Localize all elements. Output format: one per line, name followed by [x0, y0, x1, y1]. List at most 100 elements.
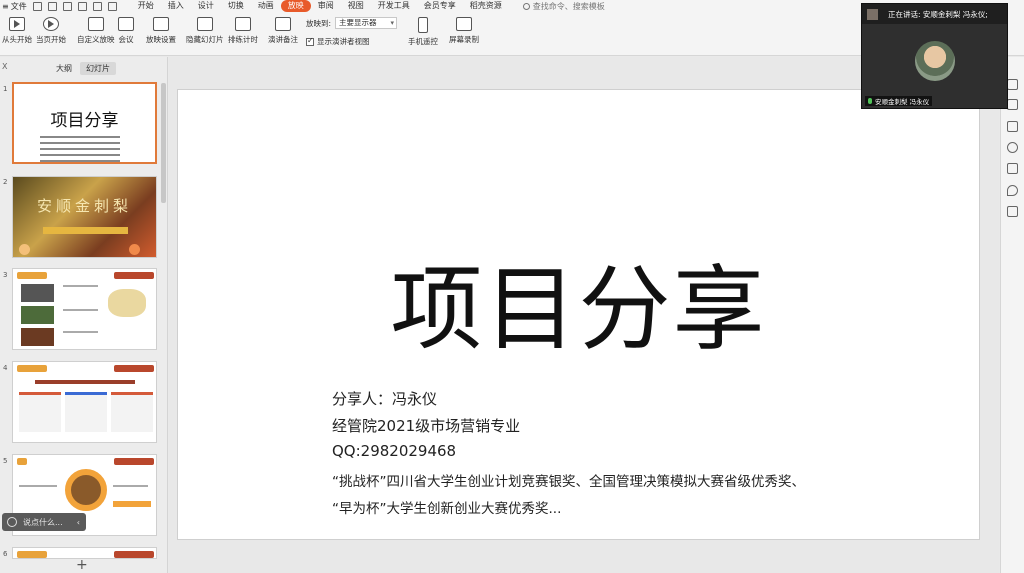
show-on-row: 放映到: 主要显示器 [306, 17, 398, 29]
custom-show-button[interactable]: 自定义放映 [77, 17, 115, 45]
tab-animation[interactable]: 动画 [251, 0, 281, 12]
current-slide[interactable]: 项目分享 分享人：冯永仪 经管院2021级市场营销专业 QQ:298202946… [177, 89, 980, 540]
file-menu-label: 文件 [10, 1, 27, 11]
thumb-card [65, 392, 107, 432]
monitor-select[interactable]: 主要显示器 [335, 17, 398, 29]
settings-icon [153, 17, 169, 31]
avatar [867, 8, 878, 20]
panel-scrollbar[interactable] [161, 83, 166, 203]
tab-design[interactable]: 设计 [191, 0, 221, 12]
presenter-view-label: 显示演讲者视图 [317, 37, 370, 46]
tab-start[interactable]: 开始 [131, 0, 161, 12]
participant-avatar [915, 41, 955, 81]
add-slide-button[interactable]: + [76, 557, 88, 573]
tab-view[interactable]: 视图 [341, 0, 371, 12]
chevron-left-icon[interactable]: ‹ [77, 518, 80, 527]
tab-insert[interactable]: 插入 [161, 0, 191, 12]
export-pdf-icon[interactable] [47, 1, 57, 11]
search-icon [522, 2, 530, 10]
slide-number: 5 [3, 457, 8, 465]
video-camera-icon [118, 17, 134, 31]
thumb-text-line [63, 285, 98, 287]
right-sidebar [1000, 57, 1024, 573]
screen-record-button[interactable]: 屏幕录制 [449, 17, 479, 45]
search-placeholder: 查找命令、搜索模板 [532, 1, 605, 11]
slide-title: 项目分享 [390, 256, 767, 363]
redo-icon[interactable] [107, 1, 117, 11]
thumb-circle-photo [65, 469, 107, 511]
slide-thumbnail-2[interactable]: 安顺金刺梨 [12, 176, 157, 258]
thumb-text-line [35, 380, 135, 384]
slide-thumbnail-3[interactable] [12, 268, 157, 350]
from-current-label: 当页开始 [36, 35, 66, 44]
presenter-view-option[interactable]: 显示演讲者视图 [306, 36, 370, 47]
hide-slide-button[interactable]: 隐藏幻灯片 [186, 17, 224, 45]
slide-thumbnail-4[interactable] [12, 361, 157, 443]
print-preview-icon[interactable] [77, 1, 87, 11]
thumb-header [17, 272, 154, 281]
tab-slides[interactable]: 幻灯片 [80, 62, 116, 75]
speaker-notes-label: 演讲备注 [268, 35, 298, 44]
undo-icon[interactable] [92, 1, 102, 11]
slide-number: 3 [3, 271, 8, 279]
help-icon[interactable] [1007, 142, 1018, 153]
participant-tag: 安顺金刺梨 冯永仪 [865, 96, 933, 106]
slide-number: 6 [3, 550, 8, 558]
from-current-button[interactable]: 当页开始 [36, 17, 66, 45]
star-icon[interactable] [1007, 99, 1018, 110]
thumb-text-lines [40, 136, 120, 162]
book-icon[interactable] [1007, 206, 1018, 217]
rehearse-timing-button[interactable]: 排练计时 [228, 17, 258, 45]
thumb-text-line [63, 309, 98, 311]
video-call-window[interactable]: 正在讲话: 安顺金刺梨 冯永仪; 安顺金刺梨 冯永仪 [861, 3, 1008, 109]
custom-show-icon [87, 17, 104, 31]
custom-show-label: 自定义放映 [77, 35, 115, 44]
from-start-label: 从头开始 [2, 35, 32, 44]
from-start-button[interactable]: 从头开始 [2, 17, 32, 45]
location-icon[interactable] [1007, 185, 1018, 196]
command-search[interactable]: 查找命令、搜索模板 [522, 1, 605, 12]
show-on-label: 放映到: [306, 18, 332, 28]
show-settings-button[interactable]: 放映设置 [146, 17, 176, 45]
tab-outline[interactable]: 大纲 [50, 62, 78, 75]
emoji-icon[interactable] [7, 517, 17, 527]
slide-thumbnail-1[interactable]: 项目分享 [12, 82, 157, 164]
print-icon[interactable] [62, 1, 72, 11]
qq-line: QQ:2982029468 [332, 442, 457, 460]
sidebar-format-icon[interactable] [1007, 79, 1018, 90]
major-line: 经管院2021级市场营销专业 [332, 417, 521, 435]
play-icon[interactable] [19, 244, 30, 255]
tab-developer[interactable]: 开发工具 [371, 0, 417, 12]
timer-icon [235, 17, 251, 31]
add-icon[interactable] [129, 244, 140, 255]
thumb-photo [21, 284, 54, 302]
speaker-notes-button[interactable]: 演讲备注 [268, 17, 298, 45]
tab-slideshow[interactable]: 放映 [280, 0, 311, 12]
thumb-photo [21, 328, 54, 346]
thumb-banner [43, 227, 128, 234]
file-menu[interactable]: ≡ 文件 [0, 1, 33, 12]
comment-input[interactable]: 说点什么... ‹ [2, 513, 86, 531]
menu-icon: ≡ [2, 1, 9, 11]
show-settings-label: 放映设置 [146, 35, 176, 44]
thumb-card [111, 392, 153, 432]
tab-docer[interactable]: 稻壳资源 [463, 0, 509, 12]
phone-remote-button[interactable]: 手机遥控 [408, 17, 438, 47]
slide-number: 1 [3, 85, 8, 93]
meeting-button[interactable]: 会议 [118, 17, 134, 45]
thumb-highlight [113, 501, 151, 507]
thumb-text-line [113, 485, 148, 487]
tab-member[interactable]: 会员专享 [417, 0, 463, 12]
layout-icon[interactable] [1007, 121, 1018, 132]
save-icon[interactable] [32, 1, 42, 11]
thumb-text-line [63, 331, 98, 333]
tab-transition[interactable]: 切换 [221, 0, 251, 12]
tab-review[interactable]: 审阅 [311, 0, 341, 12]
thumb-header [17, 458, 154, 467]
ribbon-tabs: 开始 插入 设计 切换 动画 放映 审阅 视图 开发工具 会员专享 稻壳资源 [131, 0, 509, 12]
thumb-header [17, 365, 154, 374]
thumb-map [108, 289, 146, 317]
presenter-view-checkbox[interactable] [306, 36, 314, 46]
share-icon[interactable] [1007, 163, 1018, 174]
panel-close-button[interactable]: X [2, 62, 7, 71]
